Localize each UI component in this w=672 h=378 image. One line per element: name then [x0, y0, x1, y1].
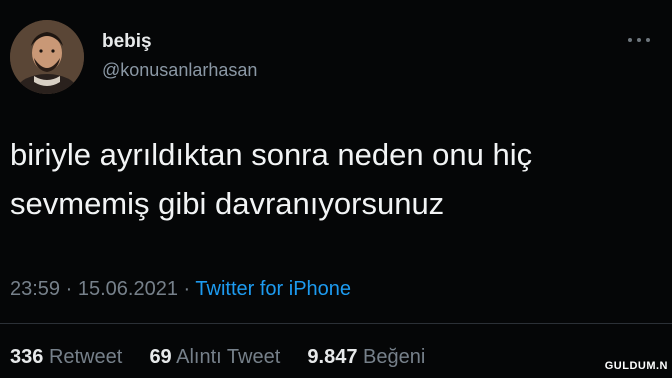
display-name[interactable]: bebiş [102, 31, 152, 53]
likes-count: 9.847 [307, 346, 358, 368]
tweet-source-link[interactable]: Twitter for iPhone [195, 278, 351, 300]
watermark: GULDUM.N [604, 360, 668, 372]
meta-separator: · [183, 278, 191, 300]
tweet-text-line: biriyle ayrıldıktan sonra neden onu hiç [10, 137, 533, 172]
user-handle[interactable]: @konusanlarhasan [102, 60, 257, 81]
tweet-date[interactable]: 15.06.2021 [78, 278, 178, 300]
tweet-text: biriyle ayrıldıktan sonra neden onu hiç … [10, 130, 650, 228]
likes-label: Beğeni [363, 346, 426, 368]
quotes-stat[interactable]: 69 Alıntı Tweet [149, 346, 285, 368]
quotes-label: Alıntı Tweet [176, 346, 281, 368]
more-dot [637, 38, 641, 42]
more-dot [646, 38, 650, 42]
more-icon[interactable] [620, 30, 658, 50]
avatar[interactable] [10, 20, 84, 94]
divider [0, 323, 672, 324]
retweets-stat[interactable]: 336 Retweet [10, 346, 128, 368]
avatar-image [10, 20, 84, 94]
meta-separator: · [65, 278, 73, 300]
retweets-count: 336 [10, 346, 44, 368]
quotes-count: 69 [149, 346, 172, 368]
retweets-label: Retweet [48, 346, 123, 368]
tweet-time[interactable]: 23:59 [10, 278, 60, 300]
tweet-meta: 23:59 · 15.06.2021 · Twitter for iPhone [10, 278, 351, 301]
tweet-stats: 336 Retweet 69 Alıntı Tweet 9.847 Beğeni [10, 346, 425, 369]
tweet-text-line: sevmemiş gibi davranıyorsunuz [10, 186, 445, 221]
likes-stat[interactable]: 9.847 Beğeni [307, 346, 425, 368]
more-dot [628, 38, 632, 42]
